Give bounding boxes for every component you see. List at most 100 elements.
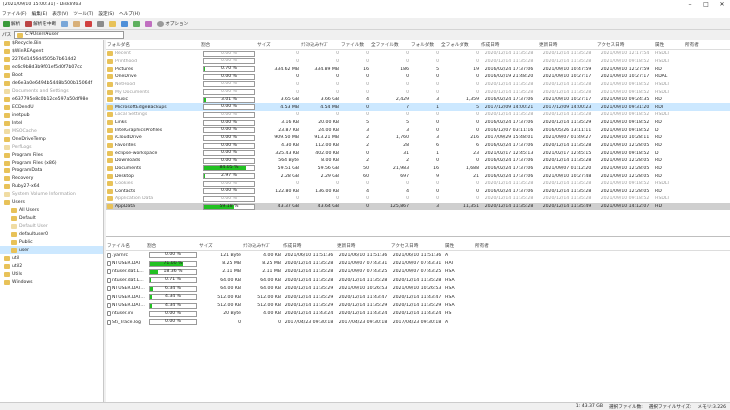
properties-button[interactable]	[96, 19, 105, 29]
file-row[interactable]: ntuser.dat.L... 0.71 % 64.00 KB 64.00 KB 202…	[106, 276, 730, 284]
folder-list-col-9[interactable]: 更新日時	[538, 42, 596, 48]
folder-list-col-12[interactable]: 所有者	[684, 42, 710, 48]
tree-item[interactable]: Documents and Settings	[0, 88, 103, 96]
tree-item[interactable]: defaultuser0	[0, 231, 103, 239]
up-button[interactable]	[120, 19, 129, 29]
folder-list-col-2[interactable]: サイズ	[256, 42, 300, 48]
tree-item[interactable]: All Users	[0, 207, 103, 215]
tree-item[interactable]: de6e3a0e6494b5448b500b15064f	[0, 80, 103, 88]
analyze-button[interactable]: 解析	[2, 19, 21, 29]
file-list-col-0[interactable]: ファイル名	[106, 243, 146, 249]
folder-row[interactable]: Links 0.00 % 3.16 KB 20.00 KB 5 5 0 0 2016/02/24…	[106, 119, 730, 127]
folder-row[interactable]: Documents 84.05 % 59.51 GB 59.56 GB 50 21,983…	[106, 165, 730, 173]
folder-row[interactable]: Pictures 0.70 % 334.62 MB 334.89 MB 16 186 5 19…	[106, 65, 730, 73]
file-list-col-4[interactable]: 作成日時	[282, 243, 336, 249]
folder-list-col-6[interactable]: フォルダ数	[410, 42, 440, 48]
menu-edit[interactable]: 編集(E)	[32, 11, 48, 17]
folder-list-col-5[interactable]: 全ファイル数	[370, 42, 410, 48]
file-row[interactable]: NTUSER.DAT... 4.34 % 512.00 KB 512.00 KB 202…	[106, 293, 730, 301]
file-row[interactable]: ntuser.dat.L... 18.36 % 2.11 MB 2.11 MB 2020…	[106, 268, 730, 276]
tree-item[interactable]: PerfLogs	[0, 143, 103, 151]
file-list-col-2[interactable]: サイズ	[198, 243, 242, 249]
file-list-col-7[interactable]: 属性	[444, 243, 474, 249]
tree-item[interactable]: $WinREAgent	[0, 48, 103, 56]
tree-item[interactable]: Program Files	[0, 151, 103, 159]
tree-item[interactable]: Ruby27-x64	[0, 183, 103, 191]
tree-item[interactable]: Default User	[0, 223, 103, 231]
minimize-icon[interactable]: –	[682, 1, 698, 8]
menu-file[interactable]: ファイル(F)	[2, 11, 27, 17]
folder-row[interactable]: Downloads 0.00 % 564 Byte 8.00 KB 2 2 0 0 2016/0…	[106, 157, 730, 165]
menu-settings[interactable]: 設定(S)	[98, 11, 114, 17]
folder-list-col-1[interactable]: 割合	[200, 42, 256, 48]
tree-item[interactable]: Intel	[0, 119, 103, 127]
file-list-col-5[interactable]: 更新日時	[336, 243, 390, 249]
folder-row[interactable]: AppData 59.18 % 43.37 GB 43.64 GB 0 125,867 3 1…	[106, 202, 730, 211]
folder-row[interactable]: My Documents 0.00 % 0 0 0 0 0 0 2020/12/14 11:35…	[106, 88, 730, 96]
tree-item[interactable]: Windows	[0, 278, 103, 286]
tree-item[interactable]: ec6c9b8d3b9f01ef5d0f7b07cc	[0, 64, 103, 72]
tree-item[interactable]: Default	[0, 215, 103, 223]
tree-item[interactable]: Utils	[0, 270, 103, 278]
folder-list-col-4[interactable]: ファイル数	[340, 42, 370, 48]
folder-row[interactable]: MicrosoftEdgeBackups 0.00 % 4.53 MB 4.54 MB…	[106, 103, 730, 112]
tree-item[interactable]: Public	[0, 238, 103, 246]
folder-row[interactable]: Desktop 2.97 % 2.28 GB 2.29 GB 60 697 9 21 2016/…	[106, 172, 730, 180]
folder-row[interactable]: Recent 0.00 % 0 0 0 0 0 0 2020/12/14 11:35:28 202…	[106, 50, 730, 58]
file-list-col-6[interactable]: アクセス日時	[390, 243, 444, 249]
tree-item[interactable]: Program Files (x86)	[0, 159, 103, 167]
tree-item[interactable]: MSOCache	[0, 127, 103, 135]
menu-tools[interactable]: ツール(T)	[73, 11, 93, 17]
close-icon[interactable]: ✕	[714, 1, 730, 8]
folder-list-col-3[interactable]: ｸﾗｽﾀ込みｻｲｽﾞ	[300, 42, 340, 48]
folder-row[interactable]: NetHood 0.00 % 0 0 0 0 0 0 2020/12/14 11:35:28 20…	[106, 81, 730, 89]
tree-item[interactable]: util2	[0, 262, 103, 270]
folder-row[interactable]: Local Settings 0.00 % 0 0 0 0 0 0 2020/12/14 11:…	[106, 111, 730, 119]
tree-item[interactable]: Recovery	[0, 175, 103, 183]
folder-tree[interactable]: $Recycle.Bin $WinREAgent 2276d1456d4505b7b…	[0, 40, 104, 402]
delete-button[interactable]	[84, 19, 93, 29]
file-list-col-3[interactable]: ｸﾗｽﾀ込みｻｲｽﾞ	[242, 243, 282, 249]
tree-item[interactable]: System Volume Information	[0, 191, 103, 199]
tree-item[interactable]: Boot	[0, 72, 103, 80]
folder-list[interactable]: フォルダ名 割合 サイズ ｸﾗｽﾀ込みｻｲｽﾞ ファイル数 全ファイル数 フォルダ数 全フォル…	[106, 40, 730, 236]
folder-list-col-10[interactable]: アクセス日時	[596, 42, 654, 48]
file-list-col-1[interactable]: 割合	[146, 243, 198, 249]
tree-item[interactable]: OneDriveTemp	[0, 135, 103, 143]
file-list-col-8[interactable]: 所有者	[474, 243, 500, 249]
folder-row[interactable]: OneDrive 0.00 % 0 0 0 0 0 0 2016/02/19 21:48:20 2…	[106, 73, 730, 81]
file-row[interactable]: NTUSER.DAT 71.00 % 8.25 MB 8.25 MB 2020/12/1…	[106, 259, 730, 267]
folder-list-col-7[interactable]: 全フォルダ数	[440, 42, 480, 48]
paste-button[interactable]	[72, 19, 81, 29]
folder-row[interactable]: Application Data 0.00 % 0 0 0 0 0 0 2020/12/14 1…	[106, 195, 730, 203]
file-row[interactable]: ntuser.ini 0.00 % 20 Byte 4.00 KB 2020/12/14…	[106, 310, 730, 318]
folder-row[interactable]: Printhood 0.00 % 0 0 0 0 0 0 2020/12/14 11:35:28…	[106, 58, 730, 66]
folder-row[interactable]: Favorites 0.00 % 4.30 KB 112.00 KB 2 28 6 6 2016…	[106, 142, 730, 150]
folder-list-col-8[interactable]: 作成日時	[480, 42, 538, 48]
tree-item[interactable]: util	[0, 254, 103, 262]
tree-item[interactable]: user	[0, 246, 103, 255]
folder-row[interactable]: Music 3.01 % 3.65 GB 3.66 GB 4 2,429 3 1,359 201…	[106, 96, 730, 104]
folder-row[interactable]: IntelGraphicsProfiles 0.00 % 23.87 KB 24.00…	[106, 126, 730, 134]
options-button[interactable]: オプション	[156, 19, 189, 29]
folder-row[interactable]: eclipse-workspace 0.00 % 325.43 KB 402.00 K…	[106, 149, 730, 157]
maximize-icon[interactable]: □	[698, 1, 714, 8]
copy-button[interactable]	[60, 19, 69, 29]
folder-row[interactable]: iCloudDrive 0.00 % 909.50 MB 913.21 MB 2 1,76…	[106, 134, 730, 142]
file-row[interactable]: .yarnrc 0.00 % 121 Byte 4.00 KB 2021/06/10 1…	[106, 251, 730, 259]
folder-list-col-11[interactable]: 属性	[654, 42, 684, 48]
menu-view[interactable]: 表示(V)	[52, 11, 68, 17]
file-row[interactable]: Sti_Trace.log 0.00 % 0 0 2017/04/23 09:30:18…	[106, 318, 730, 326]
tree-item[interactable]: ECDendU	[0, 104, 103, 112]
chart-button[interactable]	[144, 19, 153, 29]
folder-row[interactable]: Cookies 0.00 % 0 0 0 0 0 0 2020/12/14 11:35:28 20…	[106, 180, 730, 188]
folder-row[interactable]: Contacts 0.00 % 122.80 KB 136.00 KB 4 4 0 0 2016…	[106, 188, 730, 196]
tree-item[interactable]: $Recycle.Bin	[0, 40, 103, 48]
tree-item[interactable]: e637795e8c0b12ce597a50df98e	[0, 96, 103, 104]
folder-list-col-0[interactable]: フォルダ名	[106, 42, 200, 48]
tree-item[interactable]: ProgramData	[0, 167, 103, 175]
tree-item[interactable]: inetpub	[0, 111, 103, 119]
refresh-button[interactable]	[132, 19, 141, 29]
file-row[interactable]: NTUSER.DAT... 6.34 % 64.00 KB 64.00 KB 2020/…	[106, 285, 730, 293]
folder-button[interactable]	[108, 19, 117, 29]
